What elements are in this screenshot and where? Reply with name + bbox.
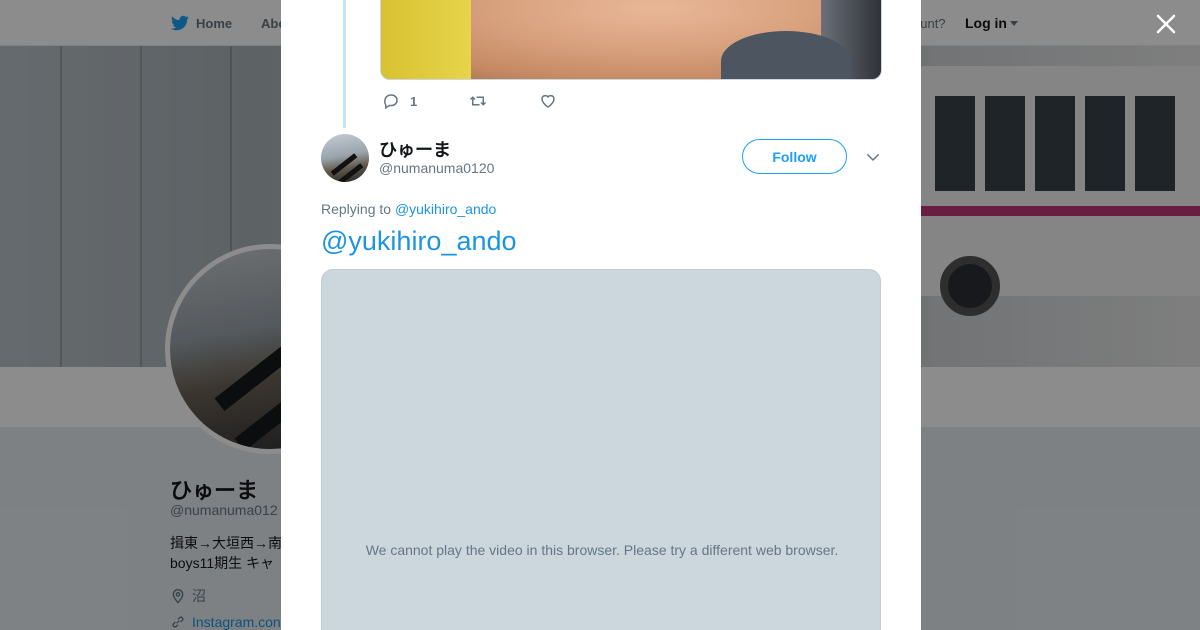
video-player[interactable]: We cannot play the video in this browser… <box>321 269 881 630</box>
tweet-text-mention[interactable]: @yukihiro_ando <box>321 226 517 257</box>
reply-icon <box>384 94 398 110</box>
tweet-author-handle[interactable]: @numanuma0120 <box>379 160 494 176</box>
previous-tweet-photo[interactable] <box>380 0 882 80</box>
follow-button[interactable]: Follow <box>742 139 847 174</box>
video-unsupported-message: We cannot play the video in this browser… <box>365 542 839 558</box>
close-icon[interactable] <box>1154 12 1178 36</box>
retweet-button[interactable] <box>469 92 487 110</box>
previous-tweet-actions: 1 <box>382 92 609 110</box>
replying-to-context: Replying to @yukihiro_ando <box>321 201 496 217</box>
replying-to-link[interactable]: @yukihiro_ando <box>395 201 496 217</box>
like-button[interactable] <box>539 92 557 110</box>
tweet-permalink-modal: 1 ひゅーま @numanuma0120 Follow Replying to … <box>281 0 921 630</box>
conversation-thread-line <box>343 0 346 128</box>
reply-count: 1 <box>410 93 418 109</box>
heart-icon <box>541 94 555 108</box>
tweet-author-avatar[interactable] <box>321 134 369 182</box>
tweet-author-name[interactable]: ひゅーま <box>379 136 451 162</box>
chevron-down-icon[interactable] <box>864 148 882 166</box>
replying-to-prefix: Replying to <box>321 201 392 217</box>
retweet-icon <box>470 96 487 106</box>
reply-button[interactable]: 1 <box>382 92 417 110</box>
